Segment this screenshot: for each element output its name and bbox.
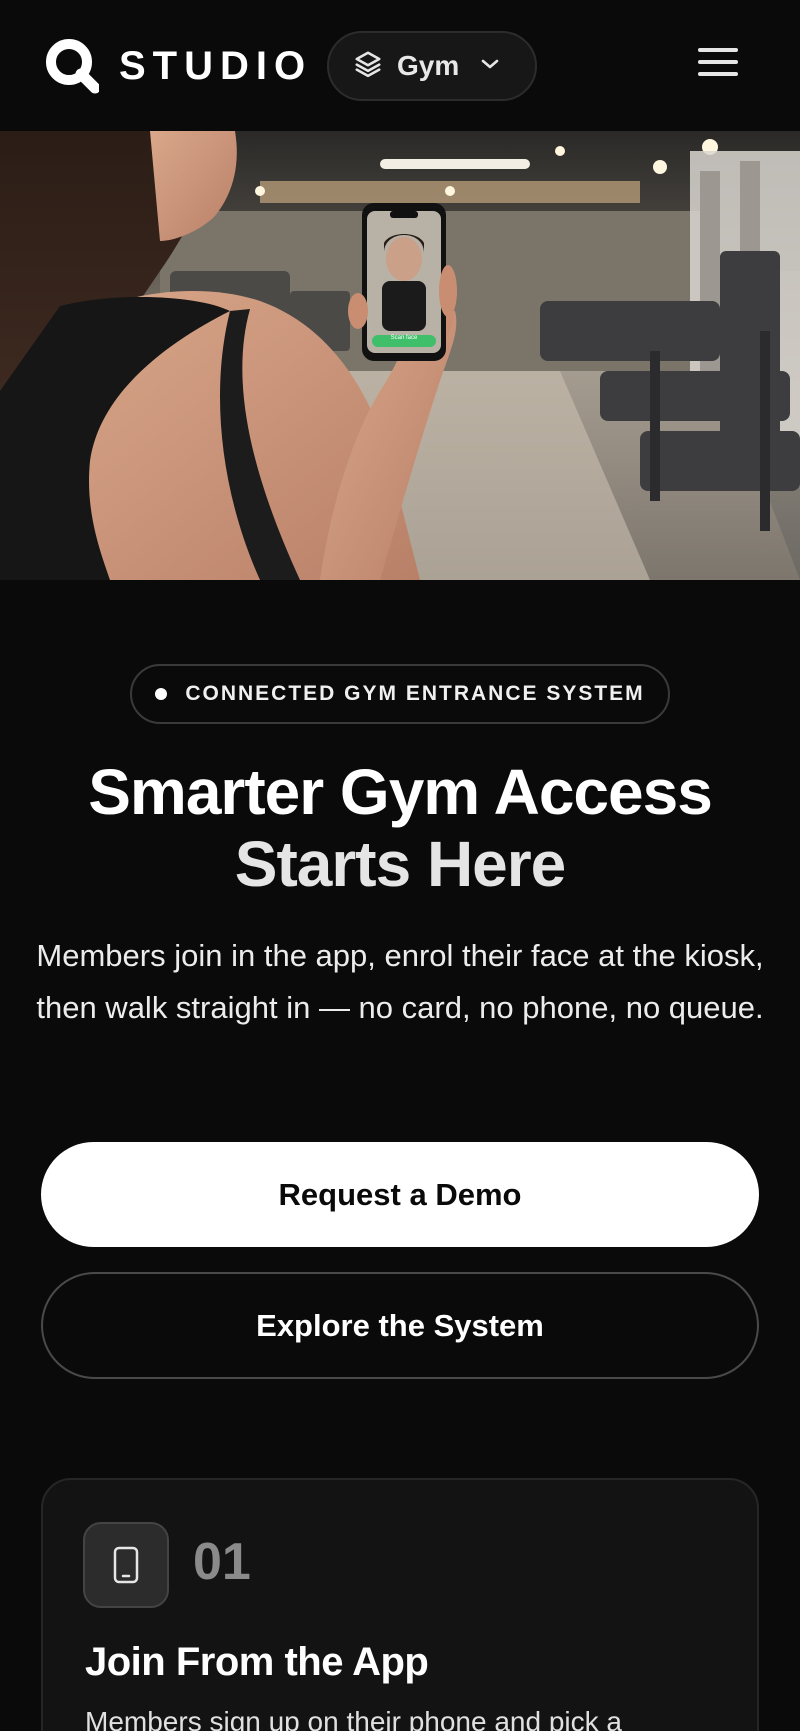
step-card: 01 Join From the App Members sign up on … [41,1478,759,1731]
hero-image: Scan face [0,131,800,580]
chevron-down-icon [479,57,501,76]
venue-type-switcher[interactable]: Gym [327,31,537,101]
step-number: 01 [193,1533,251,1591]
smartphone-icon [83,1522,169,1608]
switcher-label: Gym [397,50,460,81]
hamburger-menu-icon[interactable] [698,48,738,82]
product-badge: CONNECTED GYM ENTRANCE SYSTEM [130,664,670,724]
explore-system-button[interactable]: Explore the System [41,1272,759,1379]
logo[interactable]: STUDIO [45,38,312,94]
page-title: Smarter Gym Access Starts Here [0,756,800,900]
logo-text: STUDIO [119,43,313,88]
title-line-1: Smarter Gym Access [88,756,713,828]
step-title: Join From the App [85,1640,429,1684]
hero-description: Members join in the app, enrol their fac… [36,938,764,1025]
top-nav: STUDIO Gym [0,0,800,131]
layers-icon [353,49,383,84]
title-line-2: Starts Here [234,828,567,900]
step-text: Members sign up on their phone and pick … [85,1706,622,1731]
search-logo-icon [45,38,101,94]
request-demo-button[interactable]: Request a Demo [41,1142,759,1247]
status-dot-icon [155,688,168,700]
badge-text: CONNECTED GYM ENTRANCE SYSTEM [185,682,645,705]
